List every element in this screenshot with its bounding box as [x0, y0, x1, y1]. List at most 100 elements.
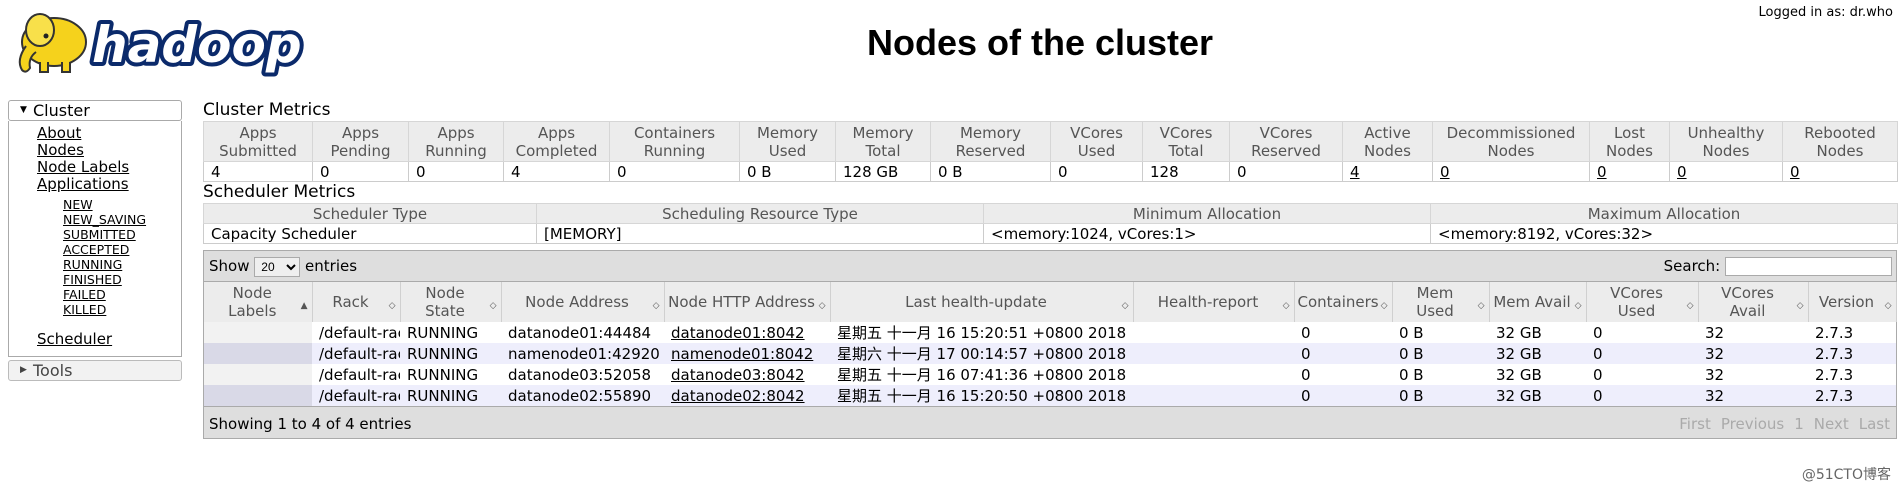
sort-icon: ◇	[1477, 301, 1485, 311]
app-state-new[interactable]: NEW	[63, 197, 181, 212]
search-control: Search:	[1664, 257, 1892, 276]
column-header[interactable]: Rack ◇	[312, 282, 401, 322]
column-header[interactable]: Mem Avail ◇	[1489, 282, 1587, 322]
table-cell: datanode03:52058	[501, 364, 664, 385]
cluster-metric-link[interactable]: 0	[1677, 163, 1687, 181]
entries-label: entries	[305, 257, 358, 275]
sidebar-link-applications[interactable]: Applications	[37, 176, 181, 193]
table-cell: 32 GB	[1489, 385, 1586, 406]
column-header[interactable]: Mem Used ◇	[1392, 282, 1490, 322]
pager-button[interactable]: Last	[1859, 415, 1890, 433]
cluster-metric-value: 0	[408, 161, 504, 182]
cluster-metric-header: Apps Submitted	[203, 121, 313, 162]
app-state-finished[interactable]: FINISHED	[63, 272, 181, 287]
column-header-label: Node HTTP Address	[668, 293, 815, 311]
nodes-table-wrapper: Show 20 entries Search: Node Labels ▲ Rack…	[203, 250, 1897, 439]
scheduler-metric-value: <memory:1024, vCores:1>	[983, 223, 1431, 244]
cluster-metric-link[interactable]: 0	[1790, 163, 1800, 181]
table-cell	[1133, 364, 1294, 385]
table-cell: RUNNING	[400, 343, 501, 364]
scheduler-metric-header: Scheduling Resource Type	[536, 203, 984, 224]
cluster-metric-value: 0	[1050, 161, 1143, 182]
app-state-killed[interactable]: KILLED	[63, 302, 181, 317]
triangle-down-icon: ▼	[20, 105, 27, 115]
pager-button[interactable]: Next	[1814, 415, 1849, 433]
cluster-metric-value: 0	[1432, 161, 1590, 182]
tools-section-header[interactable]: ▶ Tools	[8, 360, 182, 381]
column-header-label: Mem Used	[1416, 284, 1454, 320]
table-cell: 0	[1294, 364, 1392, 385]
showing-info: Showing 1 to 4 of 4 entries	[209, 415, 412, 433]
pager-button[interactable]: Previous	[1721, 415, 1784, 433]
cluster-metric-header: Rebooted Nodes	[1782, 121, 1898, 162]
column-header-label: Node Address	[525, 293, 629, 311]
cluster-metric-header: Containers Running	[609, 121, 740, 162]
table-cell: /default-rack	[312, 343, 400, 364]
table-row: /default-rackRUNNINGdatanode03:52058 data…	[204, 364, 1896, 385]
cluster-metric-value: 0	[1229, 161, 1343, 182]
node-http-link[interactable]: datanode01:8042	[671, 324, 805, 342]
table-cell: namenode01:42920	[501, 343, 664, 364]
sidebar-link-nodes[interactable]: Nodes	[37, 142, 181, 159]
app-state-failed[interactable]: FAILED	[63, 287, 181, 302]
column-header[interactable]: Node Labels ▲	[204, 282, 313, 322]
search-label: Search:	[1663, 257, 1721, 275]
table-cell: RUNNING	[400, 322, 501, 343]
cluster-section-header[interactable]: ▼ Cluster	[8, 100, 182, 121]
cluster-metric-value: 4	[1342, 161, 1433, 182]
table-cell: /default-rack	[312, 322, 400, 343]
app-state-new-saving[interactable]: NEW_SAVING	[63, 212, 181, 227]
cluster-metric-value: 0 B	[739, 161, 836, 182]
column-header[interactable]: VCores Used ◇	[1586, 282, 1699, 322]
cluster-metric-link[interactable]: 0	[1597, 163, 1607, 181]
column-header[interactable]: Node Address ◇	[501, 282, 665, 322]
nodes-table-toolbar: Show 20 entries Search:	[204, 251, 1896, 282]
app-state-accepted[interactable]: ACCEPTED	[63, 242, 181, 257]
pager-button[interactable]: 1	[1794, 415, 1804, 433]
column-header[interactable]: Last health-update ◇	[830, 282, 1134, 322]
search-input[interactable]	[1725, 257, 1892, 276]
sort-icon: ◇	[388, 301, 396, 311]
show-label: Show	[209, 257, 250, 275]
table-cell: 星期五 十一月 16 15:20:50 +0800 2018	[830, 385, 1133, 406]
sidebar-link-node-labels[interactable]: Node Labels	[37, 159, 181, 176]
column-header[interactable]: VCores Avail ◇	[1698, 282, 1809, 322]
column-header[interactable]: Node HTTP Address ◇	[664, 282, 831, 322]
node-http-link[interactable]: namenode01:8042	[671, 345, 813, 363]
sort-icon: ◇	[1884, 301, 1892, 311]
column-header-label: VCores Used	[1610, 284, 1663, 320]
table-cell: namenode01:8042	[664, 343, 830, 364]
scheduler-metric-value: Capacity Scheduler	[203, 223, 537, 244]
page-length-control: Show 20 entries	[209, 257, 357, 277]
app-state-running[interactable]: RUNNING	[63, 257, 181, 272]
column-header-label: VCores Avail	[1721, 284, 1774, 320]
cluster-metric-value: 0	[1782, 161, 1898, 182]
sidebar-link-scheduler[interactable]: Scheduler	[37, 331, 181, 348]
column-header[interactable]: Containers ◇	[1294, 282, 1393, 322]
tools-label: Tools	[33, 361, 73, 380]
scheduler-metrics-title: Scheduler Metrics	[203, 182, 356, 202]
column-header[interactable]: Node State ◇	[400, 282, 502, 322]
column-header[interactable]: Version ◇	[1808, 282, 1897, 322]
watermark: @51CTO博客	[1801, 467, 1891, 483]
table-cell: 0	[1586, 385, 1698, 406]
pager-button[interactable]: First	[1679, 415, 1711, 433]
table-cell: 32	[1698, 364, 1808, 385]
app-state-submitted[interactable]: SUBMITTED	[63, 227, 181, 242]
cluster-metric-link[interactable]: 4	[1350, 163, 1360, 181]
table-cell: 0 B	[1392, 385, 1489, 406]
sidebar-link-about[interactable]: About	[37, 125, 181, 142]
column-header[interactable]: Health-report ◇	[1133, 282, 1295, 322]
cluster-metric-header: Lost Nodes	[1589, 121, 1670, 162]
column-header-label: Health-report	[1157, 293, 1259, 311]
table-row: /default-rackRUNNINGdatanode01:44484 data…	[204, 322, 1896, 343]
scheduler-metric-header: Minimum Allocation	[983, 203, 1431, 224]
node-http-link[interactable]: datanode03:8042	[671, 366, 805, 384]
table-cell: 0	[1586, 322, 1698, 343]
table-cell: datanode02:55890	[501, 385, 664, 406]
page-length-select[interactable]: 20	[254, 257, 301, 277]
sort-icon: ◇	[1121, 301, 1129, 311]
node-http-link[interactable]: datanode02:8042	[671, 387, 805, 405]
cluster-metric-link[interactable]: 0	[1440, 163, 1450, 181]
table-cell: RUNNING	[400, 364, 501, 385]
